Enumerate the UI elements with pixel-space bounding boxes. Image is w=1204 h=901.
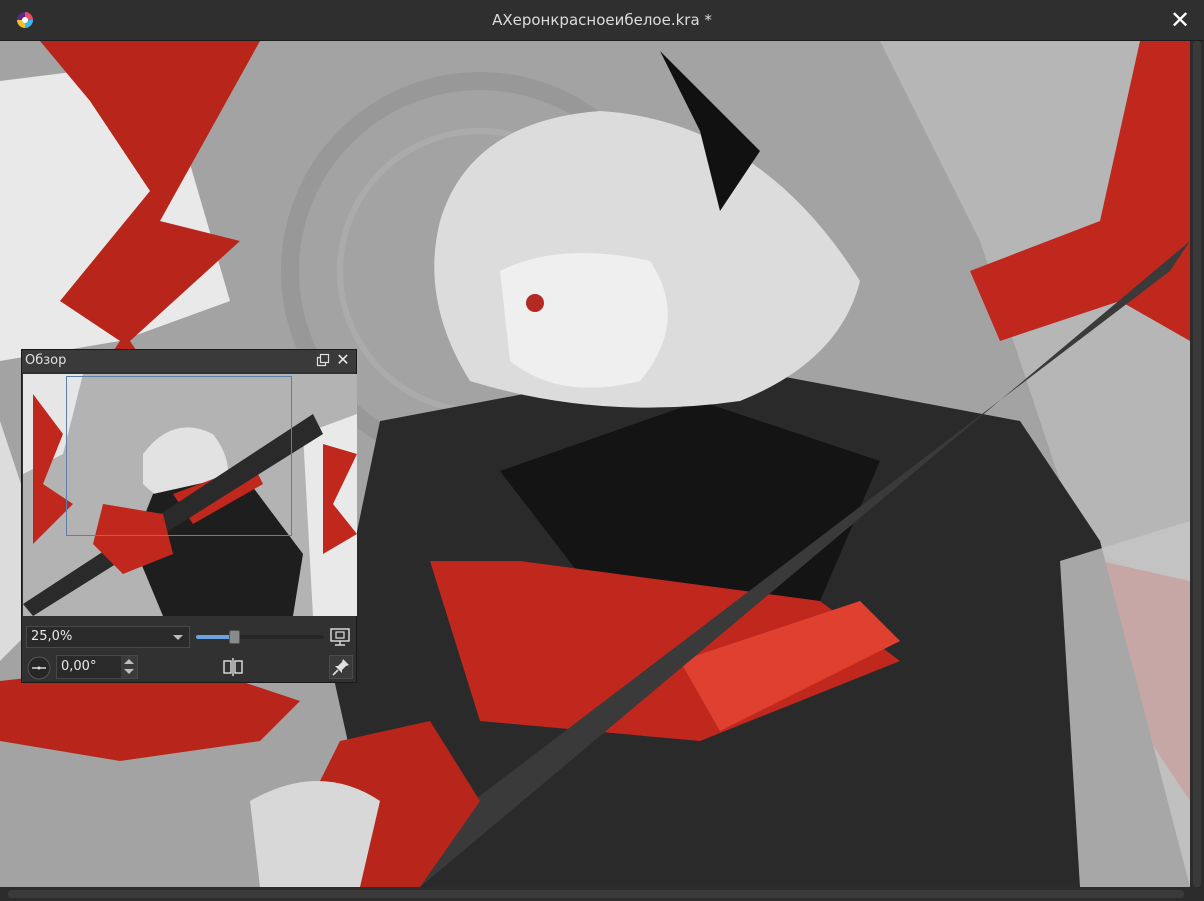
rotation-spinbox[interactable]: 0,00° xyxy=(56,655,138,679)
pin-button[interactable] xyxy=(329,655,353,679)
docker-header[interactable]: Обзор ✕ xyxy=(22,350,356,372)
fit-to-view-icon[interactable] xyxy=(329,626,351,648)
mirror-icon[interactable] xyxy=(221,655,245,679)
zoom-slider[interactable] xyxy=(196,630,324,644)
zoom-slider-handle[interactable] xyxy=(229,630,240,644)
docker-title: Обзор xyxy=(25,353,67,368)
chevron-down-icon[interactable] xyxy=(124,669,134,674)
vertical-scrollbar-thumb[interactable] xyxy=(1193,41,1201,887)
overview-thumbnail[interactable] xyxy=(23,374,357,616)
rotate-icon[interactable] xyxy=(26,655,52,681)
spin-arrows[interactable] xyxy=(121,656,137,678)
horizontal-scrollbar-thumb[interactable] xyxy=(8,890,1184,898)
float-docker-icon[interactable] xyxy=(316,353,330,367)
viewport-rectangle[interactable] xyxy=(66,376,292,536)
zoom-value: 25,0% xyxy=(31,629,73,644)
overview-docker: Обзор ✕ 25,0% 0,00° xyxy=(21,349,357,683)
chevron-up-icon[interactable] xyxy=(124,659,134,664)
title-bar: АХеронкрасноеибелое.kra * ✕ xyxy=(0,0,1204,41)
window-title: АХеронкрасноеибелое.kra * xyxy=(492,11,712,29)
pin-icon xyxy=(332,659,349,676)
vertical-scrollbar[interactable] xyxy=(1190,41,1204,887)
docker-close-button[interactable]: ✕ xyxy=(336,351,350,369)
zoom-select[interactable]: 25,0% xyxy=(26,626,190,648)
chevron-down-icon xyxy=(173,635,183,640)
close-window-button[interactable]: ✕ xyxy=(1168,8,1192,32)
horizontal-scrollbar[interactable] xyxy=(0,887,1204,901)
rotation-value: 0,00° xyxy=(61,659,97,674)
